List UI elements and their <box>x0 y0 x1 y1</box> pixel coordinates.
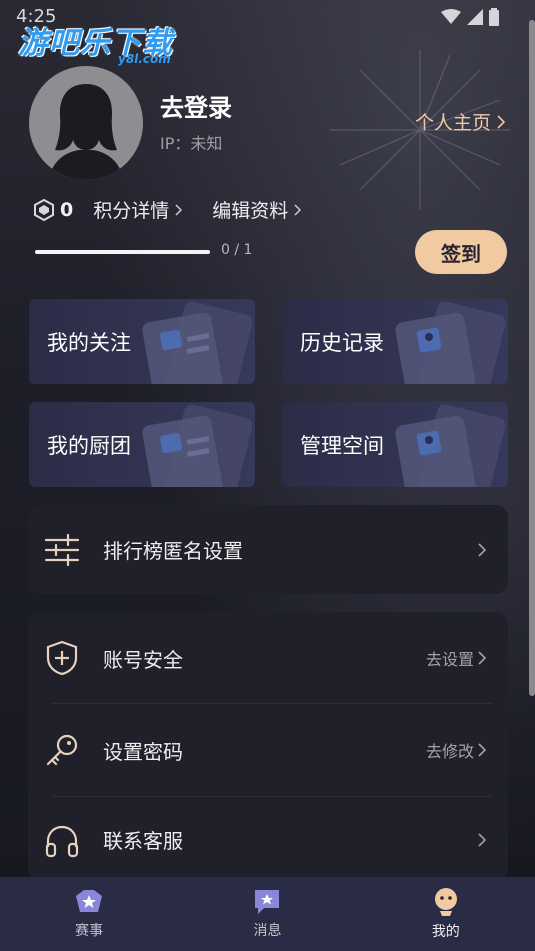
ranking-settings-panel: 排行榜匿名设置 <box>28 505 508 594</box>
tab-messages[interactable]: 消息 <box>178 877 356 951</box>
signin-button[interactable]: 签到 <box>415 230 507 274</box>
headphones-icon <box>45 825 79 858</box>
card-document-icon <box>142 301 253 384</box>
chevron-right-icon <box>294 203 302 216</box>
set-password-action: 去修改 <box>426 738 486 762</box>
tab-events[interactable]: 赛事 <box>0 877 178 951</box>
avatar-silhouette-icon <box>49 84 123 180</box>
chevron-right-icon <box>478 542 486 557</box>
key-icon <box>46 734 78 766</box>
edit-profile-label: 编辑资料 <box>212 200 289 222</box>
account-security-action: 去设置 <box>426 646 486 670</box>
ranking-anonymous-setting-label: 排行榜匿名设置 <box>103 539 243 563</box>
event-icon <box>76 890 103 912</box>
customer-service-action <box>474 832 486 847</box>
chevron-right-icon <box>175 203 183 216</box>
avatar[interactable] <box>29 66 143 180</box>
login-button[interactable]: 去登录 <box>160 88 232 123</box>
set-password-action-label: 去修改 <box>425 742 474 761</box>
chevron-right-icon <box>478 832 486 847</box>
status-icons <box>441 8 499 26</box>
card-manage-space[interactable]: 管理空间 <box>282 402 508 487</box>
chevron-right-icon <box>478 743 486 757</box>
signin-progress-bar <box>35 250 210 254</box>
signin-progress-fill <box>35 250 210 254</box>
signin-progress-text: 0 / 1 <box>221 242 253 258</box>
edit-profile-link[interactable]: 编辑资料 <box>212 196 302 223</box>
watermark-subtitle: y8l.com <box>118 52 171 66</box>
card-label: 历史记录 <box>300 331 384 355</box>
points-row: 0 积分详情 编辑资料 <box>34 196 331 223</box>
profile-icon <box>434 888 457 916</box>
watermark-logo: 游吧乐下载 y8l.com <box>18 18 173 66</box>
ranking-anonymous-setting-row[interactable]: 排行榜匿名设置 <box>28 505 508 594</box>
customer-service-label: 联系客服 <box>103 829 183 853</box>
points-value: 0 <box>60 198 74 221</box>
tab-label: 赛事 <box>75 923 104 939</box>
chevron-right-icon <box>478 651 486 665</box>
tab-profile[interactable]: 我的 <box>357 877 535 951</box>
customer-service-row[interactable]: 联系客服 <box>28 797 508 882</box>
set-password-row[interactable]: 设置密码 去修改 <box>28 704 508 796</box>
message-icon <box>255 890 280 914</box>
points-coin-icon <box>34 198 54 221</box>
homepage-label: 个人主页 <box>414 112 491 134</box>
homepage-link[interactable]: 个人主页 <box>415 108 505 135</box>
account-settings-panel: 账号安全 去设置 设置密码 去修改 联系客服 <box>28 612 508 882</box>
wifi-icon <box>441 9 461 24</box>
account-security-label: 账号安全 <box>103 647 183 672</box>
sliders-icon <box>44 533 80 567</box>
points-details-label: 积分详情 <box>93 200 170 222</box>
card-label: 我的关注 <box>47 331 131 355</box>
card-my-team[interactable]: 我的厨团 <box>29 402 255 487</box>
bottom-tab-bar: 赛事 消息 我的 <box>0 877 535 951</box>
account-security-row[interactable]: 账号安全 去设置 <box>28 612 508 704</box>
points-details-link[interactable]: 积分详情 <box>93 196 183 223</box>
fireworks-decoration <box>330 50 510 210</box>
ranking-chevron <box>478 542 486 557</box>
card-following[interactable]: 我的关注 <box>29 299 255 384</box>
signal-icon <box>467 9 483 25</box>
ip-address-text: IP：未知 <box>160 134 223 153</box>
tab-label: 消息 <box>253 923 282 939</box>
card-document-icon <box>142 404 253 487</box>
account-security-action-label: 去设置 <box>425 650 474 669</box>
card-label: 我的厨团 <box>47 434 131 458</box>
tab-label: 我的 <box>431 924 460 940</box>
battery-icon <box>489 8 499 26</box>
scrollbar[interactable] <box>529 20 535 696</box>
card-label: 管理空间 <box>300 434 384 458</box>
card-history[interactable]: 历史记录 <box>282 299 508 384</box>
set-password-label: 设置密码 <box>103 739 183 764</box>
shield-plus-icon <box>46 640 78 676</box>
card-document-icon <box>395 404 506 487</box>
card-document-icon <box>395 301 506 384</box>
chevron-right-icon <box>497 114 505 129</box>
